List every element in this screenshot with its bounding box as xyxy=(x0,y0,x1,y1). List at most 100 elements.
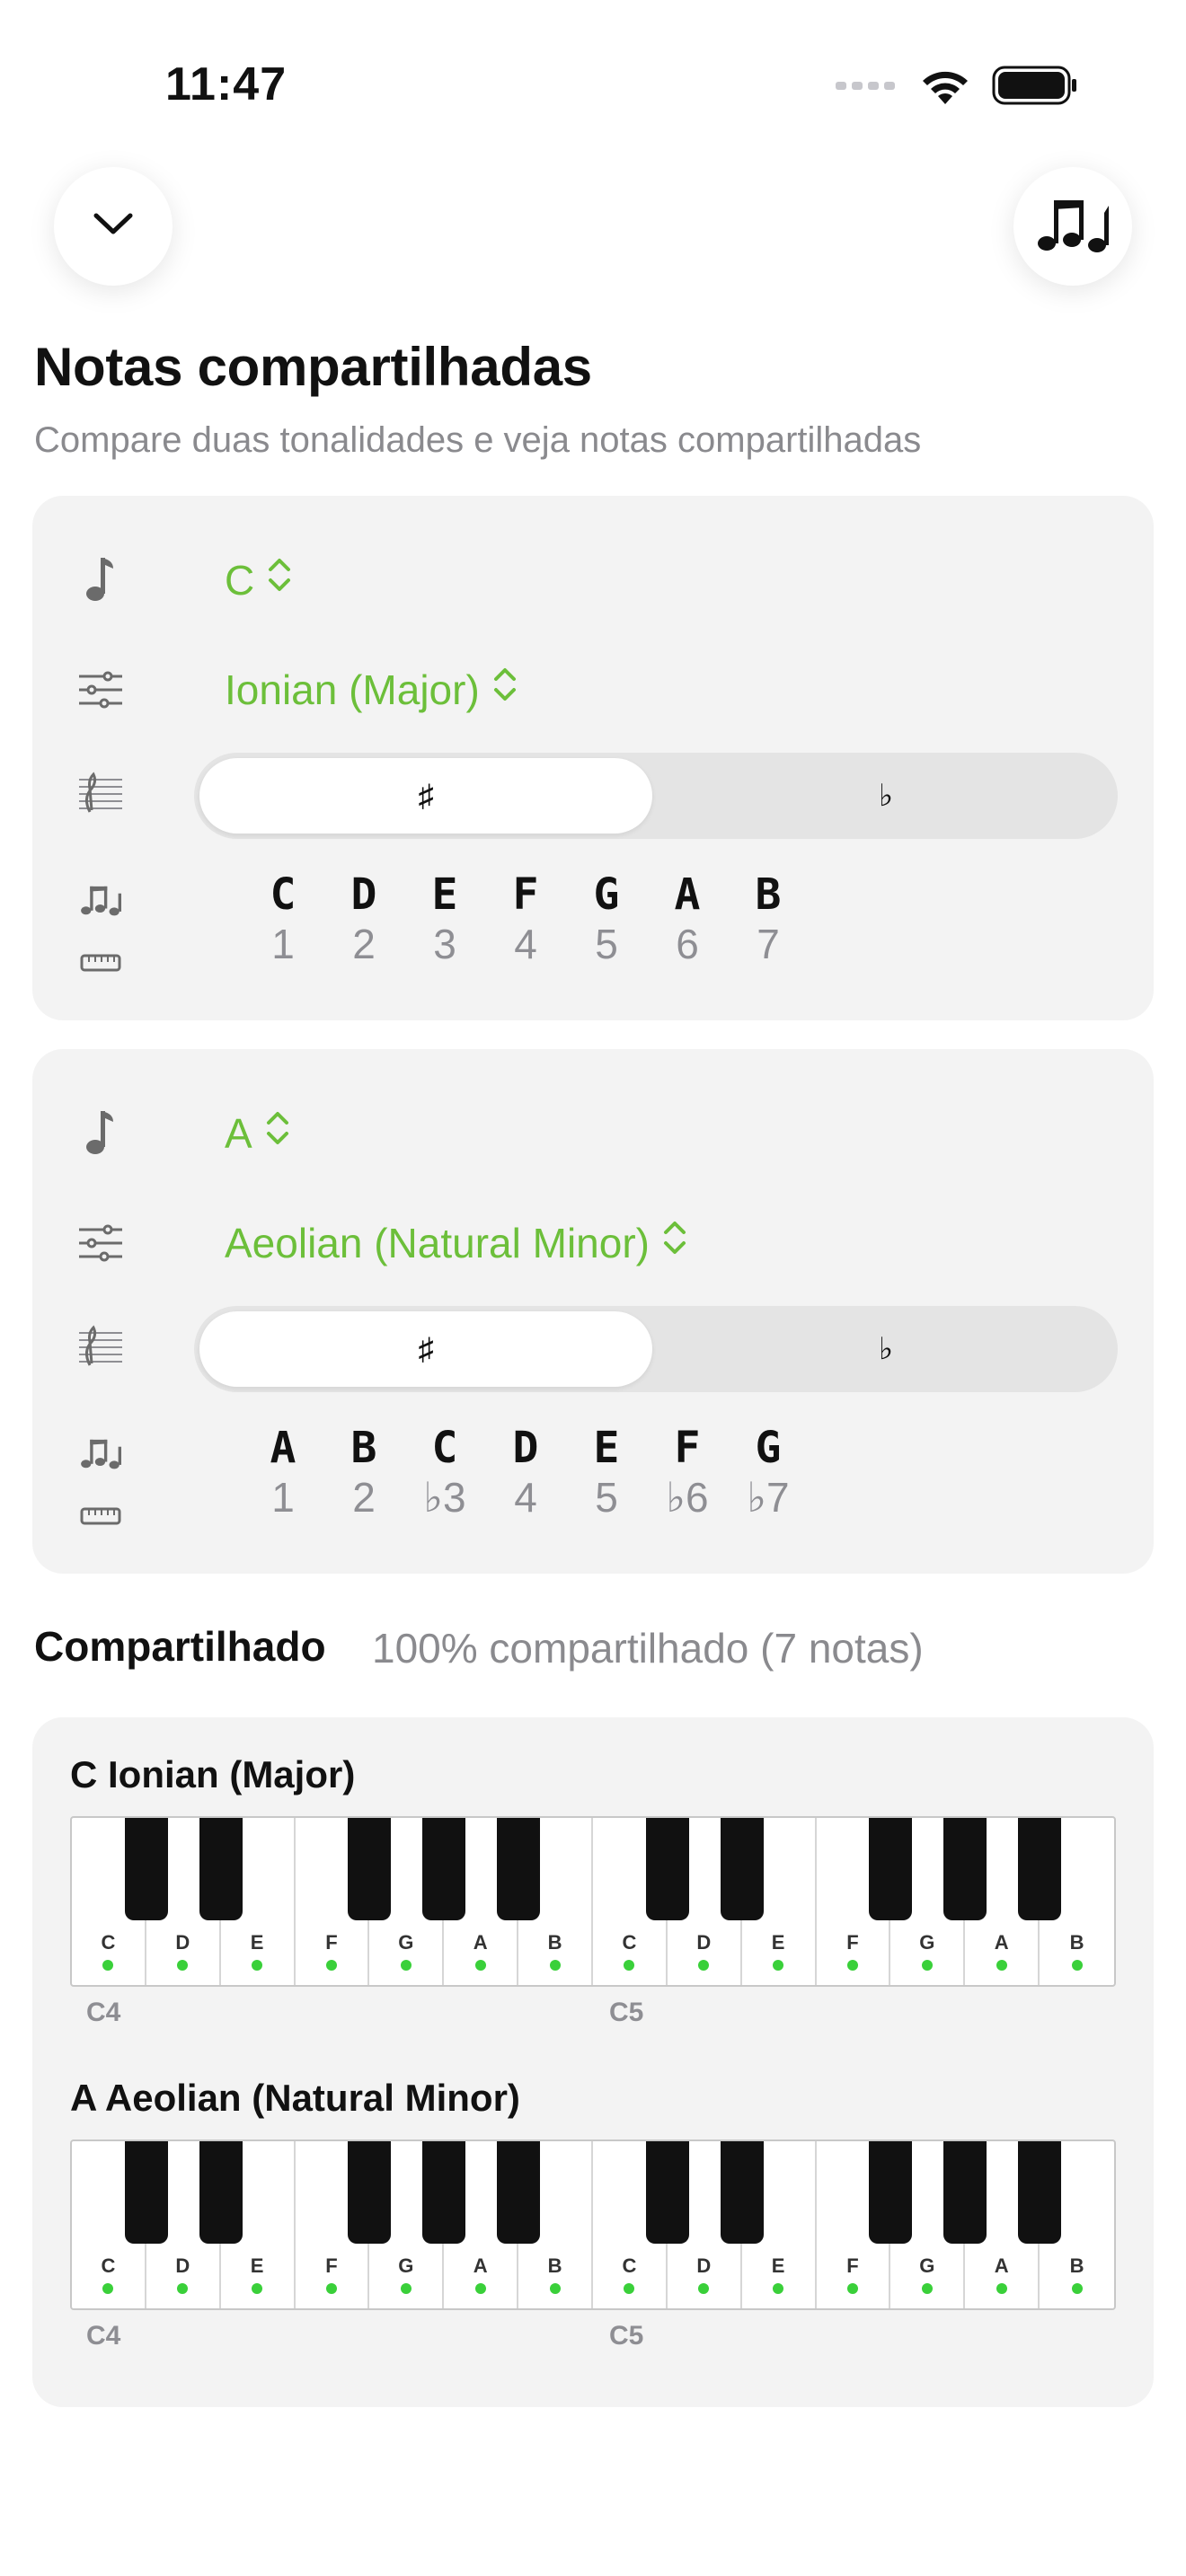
scale-card-2: A Aeolian (Natural Minor) ♯ ♭ A1 B2 C ♭3 … xyxy=(32,1049,1154,1574)
chevron-up-down-icon xyxy=(492,665,518,714)
piano-black-key[interactable] xyxy=(720,1818,764,1920)
key-picker[interactable]: C xyxy=(225,555,292,604)
shared-title: Compartilhado xyxy=(34,1623,326,1670)
piano-key-label: B xyxy=(547,1931,562,1954)
status-bar: 11:47 xyxy=(0,0,1186,162)
piano-key-label: E xyxy=(250,1931,264,1954)
note-name: E xyxy=(593,1423,620,1473)
shared-note-dot xyxy=(177,1960,189,1971)
octave-label: C4 xyxy=(86,1998,121,2027)
note-name: F xyxy=(512,869,539,920)
scale-notes-row: C1 D2 E3 F4 G5 A6 B7 xyxy=(243,869,809,968)
note-degree: 3 xyxy=(433,921,456,967)
mode-picker[interactable]: Aeolian (Natural Minor) xyxy=(225,1218,687,1267)
piano-black-key[interactable] xyxy=(497,2141,541,2244)
shared-note-dot xyxy=(921,1960,933,1971)
flat-option[interactable]: ♭ xyxy=(659,1311,1112,1387)
shared-note-dot xyxy=(1071,2283,1083,2294)
piano-black-key[interactable] xyxy=(943,1818,987,1920)
scale-note: B2 xyxy=(323,1423,404,1522)
battery-icon xyxy=(992,65,1078,110)
octave-label: C5 xyxy=(609,1998,644,2027)
shared-note-dot xyxy=(325,1960,337,1971)
shared-note-dot xyxy=(549,2283,561,2294)
piano-black-key[interactable] xyxy=(943,2141,987,2244)
piano-key-label: B xyxy=(547,2254,562,2277)
piano-key-label: A xyxy=(473,2254,488,2277)
piano-black-key[interactable] xyxy=(645,1818,689,1920)
shared-note-dot xyxy=(177,2283,189,2294)
scale-note: D2 xyxy=(323,869,404,968)
music-notes-icon xyxy=(74,1426,128,1480)
scale-note: E5 xyxy=(566,1423,647,1522)
piano-black-key[interactable] xyxy=(720,2141,764,2244)
keyboard-label: C Ionian (Major) xyxy=(70,1753,356,1795)
shared-note-dot xyxy=(996,1960,1007,1971)
piano-black-key[interactable] xyxy=(869,1818,913,1920)
key-picker[interactable]: A xyxy=(225,1108,290,1158)
shared-note-dot xyxy=(624,2283,635,2294)
eighth-note-icon xyxy=(74,551,128,605)
piano-black-key[interactable] xyxy=(422,1818,466,1920)
note-degree: 2 xyxy=(352,1474,376,1521)
piano-key-label: G xyxy=(919,1931,935,1954)
piano-key-label: G xyxy=(398,1931,414,1954)
piano-key-label: F xyxy=(325,2254,338,2277)
piano-key-label: B xyxy=(1069,2254,1084,2277)
piano-black-key[interactable] xyxy=(124,1818,168,1920)
note-name: D xyxy=(512,1423,539,1473)
note-degree: 6 xyxy=(676,921,699,967)
piano-key-label: A xyxy=(473,1931,488,1954)
piano-key-label: E xyxy=(771,1931,785,1954)
note-name: C xyxy=(270,869,296,920)
sliders-icon xyxy=(74,663,128,717)
flat-option[interactable]: ♭ xyxy=(659,758,1112,834)
scale-note: G5 xyxy=(566,869,647,968)
mode-picker-value: Aeolian (Natural Minor) xyxy=(225,1219,650,1266)
note-degree: 7 xyxy=(757,921,780,967)
piano-black-key[interactable] xyxy=(869,2141,913,2244)
scale-note: C1 xyxy=(243,869,323,968)
note-name: E xyxy=(431,869,458,920)
sharp-option[interactable]: ♯ xyxy=(199,758,652,834)
music-notes-icon xyxy=(1036,195,1110,259)
note-name: F xyxy=(674,1423,701,1473)
piano-key-label: G xyxy=(919,2254,935,2277)
dismiss-button[interactable] xyxy=(54,167,173,286)
shared-note-dot xyxy=(252,2283,263,2294)
note-name: A xyxy=(270,1423,296,1473)
piano-black-key[interactable] xyxy=(348,2141,392,2244)
piano-black-key[interactable] xyxy=(497,1818,541,1920)
note-name: D xyxy=(350,869,377,920)
piano-key-label: A xyxy=(994,1931,1009,1954)
piano-black-key[interactable] xyxy=(1018,1818,1062,1920)
piano-black-key[interactable] xyxy=(199,1818,243,1920)
note-name: A xyxy=(674,869,701,920)
piano-black-key[interactable] xyxy=(1018,2141,1062,2244)
scale-note: E3 xyxy=(404,869,485,968)
piano-black-key[interactable] xyxy=(199,2141,243,2244)
piano-black-key[interactable] xyxy=(124,2141,168,2244)
scale-note: A1 xyxy=(243,1423,323,1522)
chevron-up-down-icon xyxy=(265,1108,290,1158)
shared-note-dot xyxy=(474,1960,486,1971)
piano-black-key[interactable] xyxy=(422,2141,466,2244)
mode-picker[interactable]: Ionian (Major) xyxy=(225,665,518,714)
ruler-icon xyxy=(74,1489,128,1543)
piano-key-label: A xyxy=(994,2254,1009,2277)
shared-note-dot xyxy=(921,2283,933,2294)
ruler-icon xyxy=(74,936,128,990)
note-degree: 2 xyxy=(352,921,376,967)
piano-keyboard-2: CDEFGABCDEFGAB xyxy=(70,2139,1116,2310)
note-degree: 5 xyxy=(595,921,618,967)
wifi-icon xyxy=(918,65,972,110)
piano-key-label: F xyxy=(846,2254,859,2277)
note-degree: 1 xyxy=(271,921,295,967)
piano-black-key[interactable] xyxy=(645,2141,689,2244)
piano-key-label: D xyxy=(696,1931,712,1954)
piano-black-key[interactable] xyxy=(348,1818,392,1920)
music-notes-button[interactable] xyxy=(1013,167,1132,286)
shared-note-dot xyxy=(549,1960,561,1971)
sharp-option[interactable]: ♯ xyxy=(199,1311,652,1387)
piano-key-label: D xyxy=(696,2254,712,2277)
